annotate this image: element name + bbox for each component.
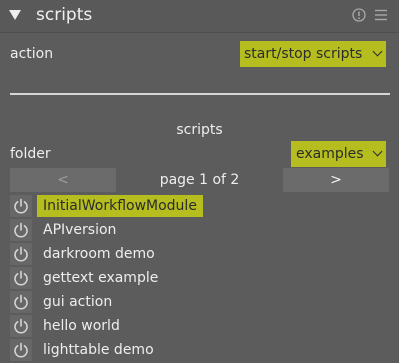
script-row: lighttable demo bbox=[0, 339, 399, 363]
action-combobox-value: start/stop scripts bbox=[244, 46, 363, 62]
prev-page-button[interactable]: < bbox=[10, 168, 116, 192]
power-toggle-button[interactable] bbox=[10, 339, 32, 361]
power-toggle-button[interactable] bbox=[10, 195, 32, 217]
presets-menu-icon[interactable] bbox=[374, 8, 388, 22]
module-header[interactable]: scripts bbox=[0, 0, 399, 32]
folder-combobox-value: examples bbox=[296, 146, 364, 162]
power-icon bbox=[14, 318, 28, 334]
chevron-down-icon bbox=[372, 46, 383, 57]
power-toggle-button[interactable] bbox=[10, 243, 32, 265]
script-name[interactable]: darkroom demo bbox=[43, 245, 155, 263]
script-row: gui action bbox=[0, 291, 399, 315]
module-title: scripts bbox=[36, 5, 93, 25]
script-row: gettext example bbox=[0, 267, 399, 291]
section-separator bbox=[10, 93, 390, 95]
script-row: hello world bbox=[0, 315, 399, 339]
header-divider bbox=[0, 32, 399, 33]
power-toggle-button[interactable] bbox=[10, 267, 32, 289]
chevron-down-icon bbox=[372, 146, 383, 157]
script-name[interactable]: lighttable demo bbox=[43, 341, 154, 359]
folder-combobox[interactable]: examples bbox=[291, 141, 386, 167]
script-name[interactable]: APIversion bbox=[43, 221, 116, 239]
next-page-button[interactable]: > bbox=[283, 168, 389, 192]
action-label: action bbox=[10, 46, 54, 62]
power-icon bbox=[14, 198, 28, 214]
scripts-section-label: scripts bbox=[176, 122, 223, 138]
power-icon bbox=[14, 222, 28, 238]
power-icon bbox=[14, 342, 28, 358]
folder-label: folder bbox=[10, 146, 51, 162]
power-icon bbox=[14, 270, 28, 286]
power-toggle-button[interactable] bbox=[10, 291, 32, 313]
script-row: darkroom demo bbox=[0, 243, 399, 267]
power-icon bbox=[14, 294, 28, 310]
script-name[interactable]: gettext example bbox=[43, 269, 158, 287]
expand-arrow-icon[interactable] bbox=[9, 10, 21, 20]
reset-icon[interactable] bbox=[352, 8, 366, 22]
script-row: APIversion bbox=[0, 219, 399, 243]
script-name[interactable]: hello world bbox=[43, 317, 120, 335]
power-toggle-button[interactable] bbox=[10, 219, 32, 241]
page-indicator: page 1 of 2 bbox=[159, 172, 240, 188]
script-name[interactable]: gui action bbox=[43, 293, 112, 311]
script-name[interactable]: InitialWorkflowModule bbox=[37, 195, 203, 217]
power-toggle-button[interactable] bbox=[10, 315, 32, 337]
action-combobox[interactable]: start/stop scripts bbox=[240, 41, 386, 67]
script-row: InitialWorkflowModule bbox=[0, 195, 399, 219]
power-icon bbox=[14, 246, 28, 262]
